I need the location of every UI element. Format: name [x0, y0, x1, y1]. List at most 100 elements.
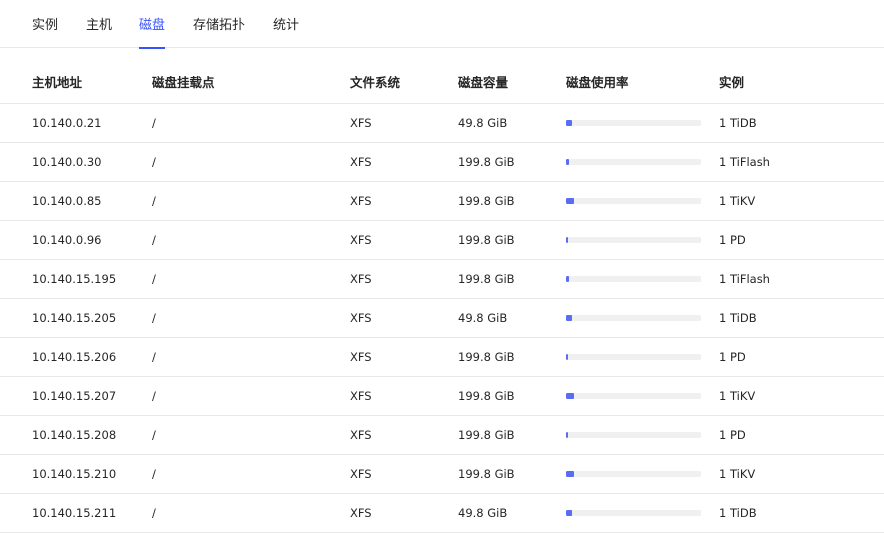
tab-storage-topology[interactable]: 存储拓扑 [193, 0, 245, 48]
filesystem-cell: XFS [350, 194, 372, 208]
mount-point-cell: / [152, 467, 156, 481]
mount-point-cell: / [152, 233, 156, 247]
column-header-capacity[interactable]: 磁盘容量 [458, 63, 508, 103]
filesystem-cell: XFS [350, 389, 372, 403]
usage-progress-fill [566, 354, 568, 360]
usage-progress-bar [566, 237, 701, 243]
instance-cell: 1 TiDB [719, 311, 757, 325]
usage-progress-bar [566, 159, 701, 165]
instance-cell: 1 TiKV [719, 194, 756, 208]
tab-bar: 实例 主机 磁盘 存储拓扑 统计 [0, 0, 884, 49]
host-cell: 10.140.15.211 [32, 506, 117, 520]
host-cell: 10.140.0.96 [32, 233, 102, 247]
mount-point-cell: / [152, 116, 156, 130]
disk-table: 主机地址 磁盘挂载点 文件系统 磁盘容量 磁盘使用率 实例 10.140.0.2… [0, 63, 884, 533]
host-cell: 10.140.15.195 [32, 272, 117, 286]
mount-point-cell: / [152, 311, 156, 325]
host-cell: 10.140.15.205 [32, 311, 117, 325]
table-row[interactable]: 10.140.15.211 / XFS 49.8 GiB 1 TiDB [0, 494, 884, 533]
usage-progress-fill [566, 315, 572, 321]
host-cell: 10.140.0.85 [32, 194, 102, 208]
instance-cell: 1 TiKV [719, 467, 756, 481]
instance-cell: 1 TiFlash [719, 155, 770, 169]
column-header-mount-point[interactable]: 磁盘挂载点 [152, 63, 215, 103]
host-cell: 10.140.15.206 [32, 350, 117, 364]
table-row[interactable]: 10.140.0.85 / XFS 199.8 GiB 1 TiKV [0, 182, 884, 221]
filesystem-cell: XFS [350, 467, 372, 481]
table-row[interactable]: 10.140.15.207 / XFS 199.8 GiB 1 TiKV [0, 377, 884, 416]
host-cell: 10.140.15.208 [32, 428, 117, 442]
column-header-usage[interactable]: 磁盘使用率 [566, 63, 629, 103]
filesystem-cell: XFS [350, 311, 372, 325]
host-cell: 10.140.0.21 [32, 116, 102, 130]
capacity-cell: 199.8 GiB [458, 272, 515, 286]
tab-disks[interactable]: 磁盘 [139, 0, 166, 49]
capacity-cell: 199.8 GiB [458, 194, 515, 208]
mount-point-cell: / [152, 155, 156, 169]
column-header-filesystem[interactable]: 文件系统 [350, 63, 400, 103]
instance-cell: 1 PD [719, 233, 746, 247]
host-cell: 10.140.15.210 [32, 467, 117, 481]
filesystem-cell: XFS [350, 116, 372, 130]
usage-progress-fill [566, 159, 569, 165]
usage-progress-bar [566, 471, 701, 477]
table-header: 主机地址 磁盘挂载点 文件系统 磁盘容量 磁盘使用率 实例 [0, 63, 884, 104]
tab-hosts[interactable]: 主机 [86, 0, 112, 48]
filesystem-cell: XFS [350, 272, 372, 286]
usage-progress-fill [566, 276, 569, 282]
table-row[interactable]: 10.140.15.210 / XFS 199.8 GiB 1 TiKV [0, 455, 884, 494]
filesystem-cell: XFS [350, 506, 372, 520]
table-row[interactable]: 10.140.15.208 / XFS 199.8 GiB 1 PD [0, 416, 884, 455]
usage-progress-bar [566, 276, 701, 282]
table-row[interactable]: 10.140.15.206 / XFS 199.8 GiB 1 PD [0, 338, 884, 377]
usage-progress-bar [566, 393, 701, 399]
capacity-cell: 49.8 GiB [458, 506, 508, 520]
usage-progress-bar [566, 432, 701, 438]
column-header-instance[interactable]: 实例 [719, 63, 744, 103]
usage-progress-fill [566, 432, 568, 438]
instance-cell: 1 TiKV [719, 389, 756, 403]
filesystem-cell: XFS [350, 155, 372, 169]
table-row[interactable]: 10.140.0.96 / XFS 199.8 GiB 1 PD [0, 221, 884, 260]
capacity-cell: 199.8 GiB [458, 233, 515, 247]
table-row[interactable]: 10.140.15.195 / XFS 199.8 GiB 1 TiFlash [0, 260, 884, 299]
filesystem-cell: XFS [350, 428, 372, 442]
usage-progress-fill [566, 198, 574, 204]
mount-point-cell: / [152, 506, 156, 520]
instance-cell: 1 TiDB [719, 506, 757, 520]
capacity-cell: 49.8 GiB [458, 311, 508, 325]
usage-progress-fill [566, 120, 572, 126]
capacity-cell: 49.8 GiB [458, 116, 508, 130]
capacity-cell: 199.8 GiB [458, 350, 515, 364]
tab-statistics[interactable]: 统计 [273, 0, 299, 48]
filesystem-cell: XFS [350, 350, 372, 364]
mount-point-cell: / [152, 272, 156, 286]
capacity-cell: 199.8 GiB [458, 467, 515, 481]
tab-instances[interactable]: 实例 [32, 0, 58, 48]
filesystem-cell: XFS [350, 233, 372, 247]
instance-cell: 1 TiDB [719, 116, 757, 130]
usage-progress-fill [566, 471, 574, 477]
usage-progress-bar [566, 510, 701, 516]
capacity-cell: 199.8 GiB [458, 428, 515, 442]
table-row[interactable]: 10.140.15.205 / XFS 49.8 GiB 1 TiDB [0, 299, 884, 338]
instance-cell: 1 PD [719, 350, 746, 364]
capacity-cell: 199.8 GiB [458, 155, 515, 169]
mount-point-cell: / [152, 350, 156, 364]
usage-progress-bar [566, 354, 701, 360]
host-cell: 10.140.0.30 [32, 155, 102, 169]
mount-point-cell: / [152, 428, 156, 442]
usage-progress-bar [566, 315, 701, 321]
usage-progress-fill [566, 510, 572, 516]
table-row[interactable]: 10.140.0.30 / XFS 199.8 GiB 1 TiFlash [0, 143, 884, 182]
mount-point-cell: / [152, 389, 156, 403]
usage-progress-bar [566, 198, 701, 204]
instance-cell: 1 PD [719, 428, 746, 442]
table-row[interactable]: 10.140.0.21 / XFS 49.8 GiB 1 TiDB [0, 104, 884, 143]
usage-progress-bar [566, 120, 701, 126]
usage-progress-fill [566, 237, 568, 243]
column-header-host[interactable]: 主机地址 [32, 63, 82, 103]
capacity-cell: 199.8 GiB [458, 389, 515, 403]
instance-cell: 1 TiFlash [719, 272, 770, 286]
table-body: 10.140.0.21 / XFS 49.8 GiB 1 TiDB 10.140.0.30… [0, 104, 884, 533]
